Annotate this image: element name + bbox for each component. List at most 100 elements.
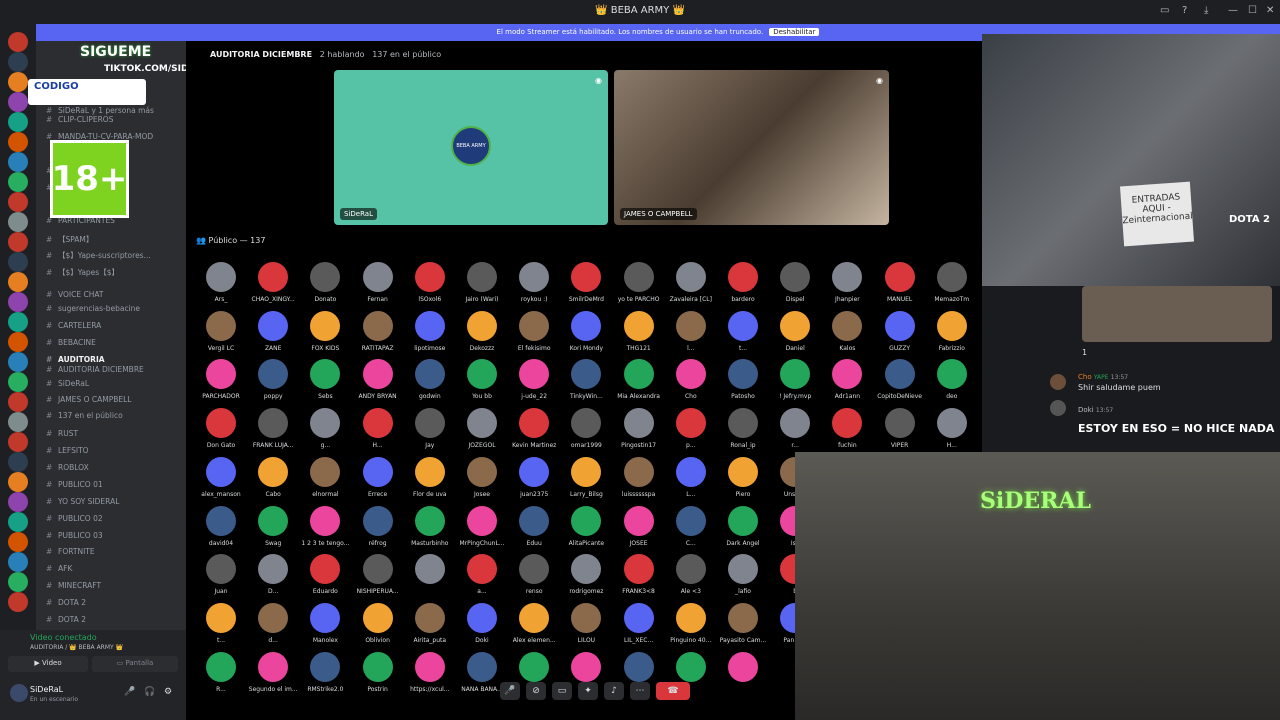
server-icon[interactable] bbox=[8, 492, 28, 512]
server-icon[interactable] bbox=[8, 472, 28, 492]
audience-avatar[interactable] bbox=[728, 554, 758, 585]
audience-avatar[interactable] bbox=[206, 456, 236, 487]
server-icon[interactable] bbox=[8, 332, 28, 352]
server-icon[interactable] bbox=[8, 432, 28, 452]
audience-avatar[interactable] bbox=[519, 310, 550, 341]
server-icon[interactable] bbox=[8, 512, 28, 532]
audience-avatar[interactable] bbox=[571, 651, 602, 682]
screen-share-button[interactable]: ▭ Pantalla bbox=[92, 656, 178, 672]
server-icon[interactable] bbox=[8, 192, 28, 212]
audience-avatar[interactable] bbox=[467, 456, 497, 487]
audience-avatar[interactable] bbox=[414, 262, 445, 292]
audience-avatar[interactable] bbox=[310, 310, 341, 341]
audience-avatar[interactable] bbox=[258, 310, 289, 341]
audience-avatar[interactable] bbox=[936, 359, 967, 390]
audience-avatar[interactable] bbox=[467, 554, 497, 585]
server-icon[interactable] bbox=[8, 252, 28, 272]
audience-avatar[interactable] bbox=[728, 651, 758, 682]
channel-item[interactable]: # CARTELERA bbox=[46, 321, 184, 330]
audience-avatar[interactable] bbox=[206, 505, 236, 536]
audience-avatar[interactable] bbox=[258, 456, 289, 487]
server-icon[interactable] bbox=[8, 272, 28, 292]
audience-avatar[interactable] bbox=[780, 310, 811, 341]
audience-avatar[interactable] bbox=[206, 554, 236, 585]
video-tile-james[interactable]: JAMES O CAMPBELL ◉ bbox=[614, 70, 889, 225]
audience-avatar[interactable] bbox=[623, 262, 654, 292]
audience-avatar[interactable] bbox=[414, 651, 445, 682]
audience-avatar[interactable] bbox=[258, 651, 289, 682]
audience-avatar[interactable] bbox=[884, 262, 915, 292]
audience-avatar[interactable] bbox=[728, 262, 758, 292]
server-icon[interactable] bbox=[8, 152, 28, 172]
soundboard-icon[interactable]: ♪ bbox=[604, 682, 624, 700]
audience-avatar[interactable] bbox=[623, 456, 654, 487]
channel-item[interactable]: # 【$】Yapes【$】 bbox=[46, 267, 184, 278]
audience-avatar[interactable] bbox=[467, 310, 497, 341]
reaction-count[interactable]: 1 bbox=[1082, 348, 1087, 357]
server-icon[interactable] bbox=[8, 92, 28, 112]
disable-streamer-button[interactable]: Deshabilitar bbox=[769, 28, 820, 36]
audience-avatar[interactable] bbox=[675, 651, 706, 682]
download-icon[interactable]: ⤓ bbox=[1204, 5, 1208, 16]
audience-avatar[interactable] bbox=[623, 310, 654, 341]
channel-item[interactable]: # SiDeRaL bbox=[46, 379, 184, 388]
server-icon[interactable] bbox=[8, 532, 28, 552]
audience-avatar[interactable] bbox=[310, 505, 341, 536]
channel-item[interactable]: # DOTA 2 bbox=[46, 598, 184, 607]
audience-avatar[interactable] bbox=[467, 262, 497, 292]
audience-avatar[interactable] bbox=[362, 408, 393, 439]
audience-avatar[interactable] bbox=[519, 456, 550, 487]
audience-avatar[interactable] bbox=[728, 602, 758, 633]
channel-item[interactable]: # PUBLICO 03 bbox=[46, 531, 184, 540]
server-icon[interactable] bbox=[8, 72, 28, 92]
audience-avatar[interactable] bbox=[623, 554, 654, 585]
audience-avatar[interactable] bbox=[675, 505, 706, 536]
channel-item[interactable]: # JAMES O CAMPBELL bbox=[46, 395, 184, 404]
channel-item[interactable]: # LEFSITO bbox=[46, 446, 184, 455]
server-icon[interactable] bbox=[8, 132, 28, 152]
audience-avatar[interactable] bbox=[414, 359, 445, 390]
server-icon[interactable] bbox=[8, 352, 28, 372]
audience-avatar[interactable] bbox=[884, 359, 915, 390]
channel-item[interactable]: # PUBLICO 02 bbox=[46, 514, 184, 523]
audience-avatar[interactable] bbox=[362, 651, 393, 682]
camera-off-icon[interactable]: ⊘ bbox=[526, 682, 546, 700]
disconnect-button[interactable]: ☎ bbox=[656, 682, 690, 700]
audience-avatar[interactable] bbox=[675, 456, 706, 487]
audience-avatar[interactable] bbox=[467, 602, 497, 633]
minimize-icon[interactable]: — bbox=[1228, 5, 1238, 16]
audience-avatar[interactable] bbox=[936, 408, 967, 439]
server-icon[interactable] bbox=[8, 232, 28, 252]
channel-item[interactable]: # 【SPAM】 bbox=[46, 234, 184, 245]
audience-avatar[interactable] bbox=[675, 310, 706, 341]
channel-item[interactable]: # BEBACINE bbox=[46, 338, 184, 347]
channel-item[interactable]: # 【$】Yape-suscriptores... bbox=[46, 250, 184, 261]
audience-avatar[interactable] bbox=[832, 310, 863, 341]
audience-avatar[interactable] bbox=[571, 310, 602, 341]
audience-avatar[interactable] bbox=[467, 651, 497, 682]
audience-avatar[interactable] bbox=[414, 602, 445, 633]
audience-avatar[interactable] bbox=[519, 262, 550, 292]
video-button[interactable]: ▶ Video bbox=[8, 656, 88, 672]
maximize-icon[interactable]: ☐ bbox=[1248, 5, 1257, 16]
channel-item[interactable]: # AFK bbox=[46, 564, 184, 573]
server-icon[interactable] bbox=[8, 52, 28, 72]
channel-item[interactable]: # ROBLOX bbox=[46, 463, 184, 472]
audience-avatar[interactable] bbox=[258, 505, 289, 536]
audience-avatar[interactable] bbox=[467, 408, 497, 439]
server-icon[interactable] bbox=[8, 412, 28, 432]
channel-item[interactable]: # VOICE CHAT bbox=[46, 290, 184, 299]
screen-share-icon[interactable]: ▭ bbox=[552, 682, 572, 700]
audience-avatar[interactable] bbox=[728, 505, 758, 536]
server-icon[interactable] bbox=[8, 292, 28, 312]
audience-avatar[interactable] bbox=[206, 651, 236, 682]
audience-avatar[interactable] bbox=[623, 408, 654, 439]
audience-avatar[interactable] bbox=[623, 651, 654, 682]
channel-item[interactable]: # sugerencias-bebacine bbox=[46, 304, 184, 313]
headphones-icon[interactable]: 🎧 bbox=[144, 687, 155, 697]
mic-icon[interactable]: 🎤 bbox=[500, 682, 520, 700]
audience-avatar[interactable] bbox=[206, 602, 236, 633]
channel-item[interactable]: # AUDITORIA bbox=[46, 355, 184, 364]
server-icon[interactable] bbox=[8, 452, 28, 472]
audience-avatar[interactable] bbox=[884, 310, 915, 341]
